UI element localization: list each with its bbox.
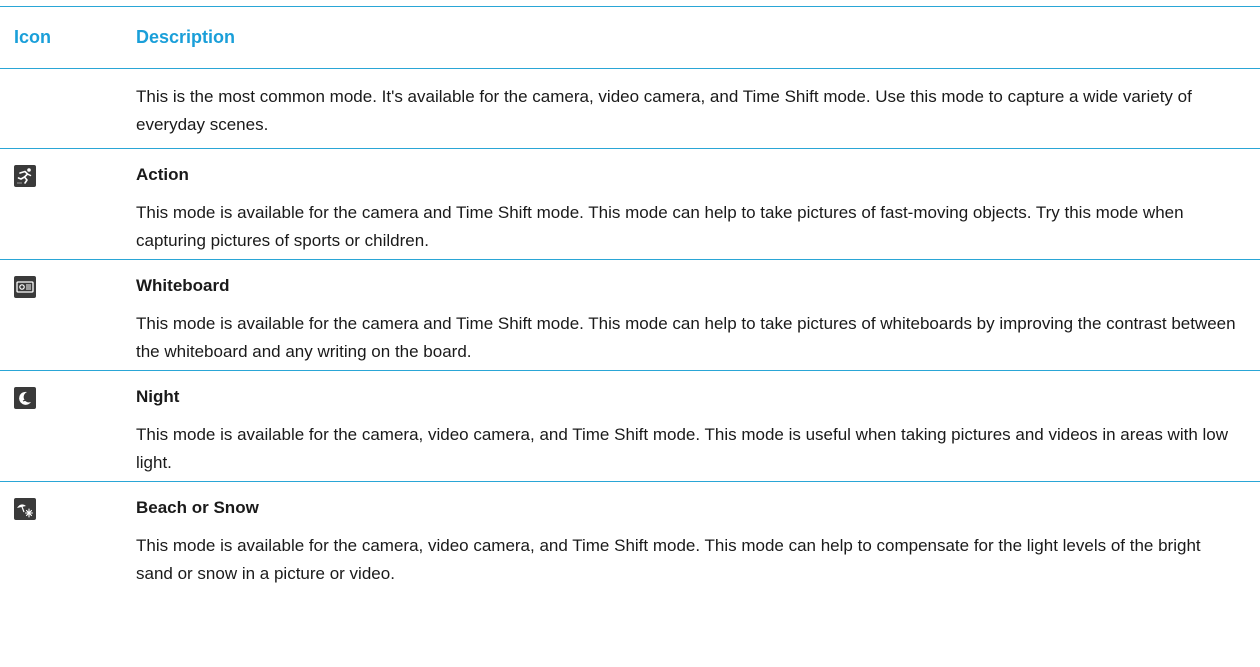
- action-mode-icon: [14, 165, 36, 187]
- header-description: Description: [136, 27, 236, 47]
- row-description: This is the most common mode. It's avail…: [136, 87, 1192, 134]
- table-row: Whiteboard This mode is available for th…: [0, 260, 1260, 370]
- description-cell: This is the most common mode. It's avail…: [136, 69, 1240, 139]
- table-row: This is the most common mode. It's avail…: [0, 69, 1260, 148]
- row-description: This mode is available for the camera, v…: [136, 536, 1201, 583]
- row-description: This mode is available for the camera an…: [136, 314, 1236, 361]
- row-description: This mode is available for the camera an…: [136, 203, 1184, 250]
- table-header: Icon Description: [0, 7, 1260, 68]
- night-mode-icon: [14, 387, 36, 409]
- modes-table: Icon Description This is the most common…: [0, 6, 1260, 592]
- row-title: Night: [136, 387, 180, 406]
- row-title: Whiteboard: [136, 276, 230, 295]
- table-row: Action This mode is available for the ca…: [0, 149, 1260, 259]
- table-row: Night This mode is available for the cam…: [0, 371, 1260, 481]
- description-cell: Beach or Snow This mode is available for…: [136, 482, 1240, 588]
- whiteboard-mode-icon: [14, 276, 36, 298]
- description-cell: Night This mode is available for the cam…: [136, 371, 1240, 477]
- description-cell: Whiteboard This mode is available for th…: [136, 260, 1240, 366]
- row-title: Action: [136, 165, 189, 184]
- row-title: Beach or Snow: [136, 498, 259, 517]
- description-cell: Action This mode is available for the ca…: [136, 149, 1240, 255]
- table-row: Beach or Snow This mode is available for…: [0, 482, 1260, 592]
- header-icon: Icon: [14, 27, 52, 47]
- row-description: This mode is available for the camera, v…: [136, 425, 1229, 472]
- beach-snow-mode-icon: [14, 498, 36, 520]
